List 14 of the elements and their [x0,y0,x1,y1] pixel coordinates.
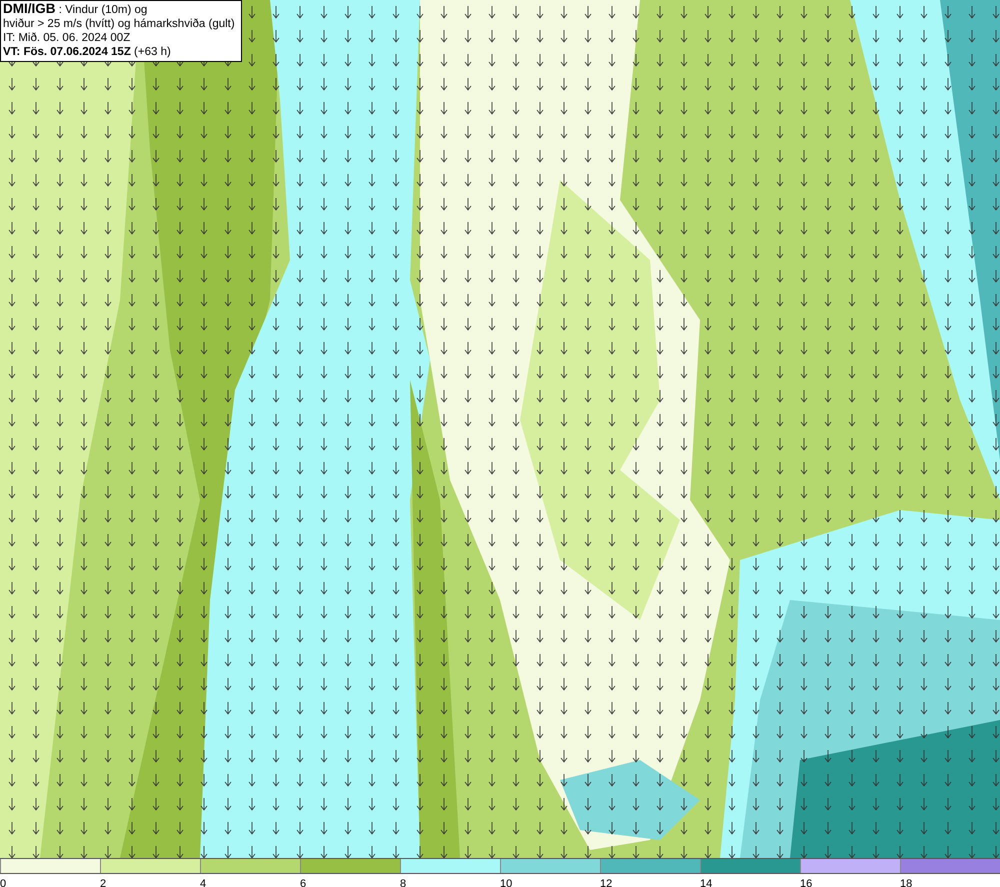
legend-label: 6 [300,878,306,887]
title-line: VT: Fös. 07.06.2024 15Z (+63 h) [3,45,171,59]
legend-label: 12 [600,878,612,887]
legend-label: 14 [700,878,712,887]
legend-label: 18 [900,878,912,887]
legend-label: 4 [200,878,206,887]
legend-label: 8 [400,878,406,887]
legend-label: 0 [0,878,6,887]
title-line: DMI/IGB : Vindur (10m) og [3,2,148,17]
title-line: IT: Mið. 05. 06. 2024 00Z [3,31,130,45]
legend-label: 16 [800,878,812,887]
legend-label: 10 [500,878,512,887]
legend-label: 2 [100,878,106,887]
title-line: hviður > 25 m/s (hvítt) og hámarkshviða (gult) [3,17,235,31]
